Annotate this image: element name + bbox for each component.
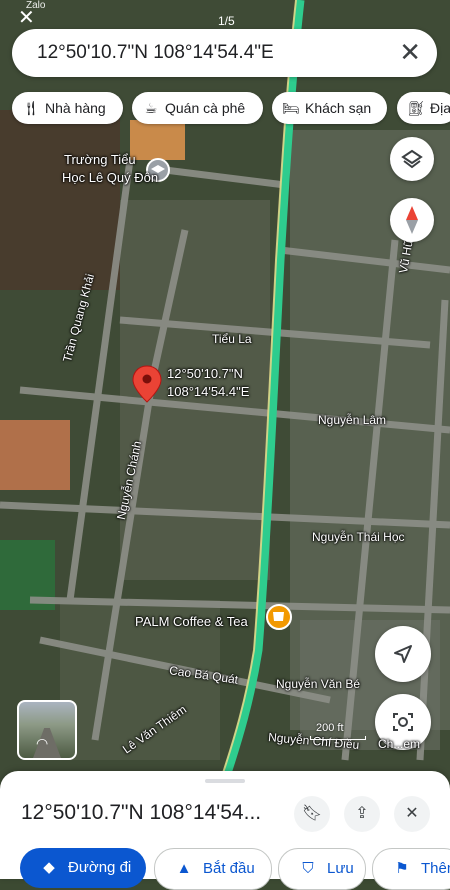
close-sheet-button[interactable]: ✕ <box>394 796 430 832</box>
gas-icon: ⛽︎ <box>407 100 425 116</box>
place-title: 12°50'10.7"N 108°14'54... <box>21 801 262 824</box>
viewer-close-icon[interactable]: ✕ <box>18 8 35 28</box>
layers-icon <box>401 149 423 169</box>
poi-school-name-line2[interactable]: Học Lê Quý Đôn <box>62 170 158 185</box>
action-label: Lưu <box>327 860 354 877</box>
camera-lens-icon <box>393 713 413 731</box>
page-indicator: 1/5 <box>218 14 235 28</box>
pin-coordinate-line2: 108°14'54.4"E <box>167 384 250 399</box>
chip-label: Khách sạn <box>305 100 372 116</box>
chip-hotels[interactable]: 🛏︎ Khách sạn <box>272 92 387 124</box>
street-label-nguyen-van-be: Nguyễn Văn Bé <box>276 677 361 691</box>
directions-button[interactable]: ◆ Đường đi <box>20 848 146 888</box>
street-label-nguyen-thai-hoc: Nguyễn Thái Học <box>312 530 405 544</box>
action-label: Bắt đầu <box>203 860 255 877</box>
directions-icon: ◆ <box>43 859 55 876</box>
navigation-icon: ▲ <box>176 860 192 877</box>
map-scale: 200 ft <box>310 722 366 740</box>
chip-restaurants[interactable]: 🍴︎ Nhà hàng <box>12 92 123 124</box>
save-bookmark-button[interactable]: 🔖︎ <box>294 796 330 832</box>
coffee-icon: ☕︎ <box>144 100 158 116</box>
save-button[interactable]: ⛉ Lưu <box>278 848 366 890</box>
my-location-button[interactable] <box>375 626 431 682</box>
bookmark-icon: ⛉ <box>302 860 314 877</box>
start-button[interactable]: ▲ Bắt đầu <box>154 848 272 890</box>
navigation-arrow-icon <box>394 645 412 663</box>
share-button[interactable]: ⇪ <box>344 796 380 832</box>
compass-icon <box>406 206 418 234</box>
add-label-button[interactable]: ⚑ Thêm <box>372 848 450 890</box>
flag-icon: ⚑ <box>395 860 409 877</box>
chip-label: Địa <box>430 100 450 116</box>
sheet-drag-handle[interactable] <box>205 779 245 783</box>
cafe-marker-icon <box>266 604 292 630</box>
clear-search-icon[interactable]: ✕ <box>399 39 421 65</box>
chip-label: Nhà hàng <box>45 100 106 116</box>
street-label-nguyen-lam: Nguyễn Lâm <box>318 413 387 427</box>
compass-button[interactable] <box>390 198 434 242</box>
bookmark-icon: 🔖︎ <box>301 805 323 822</box>
chip-gas[interactable]: ⛽︎ Địa <box>397 92 450 124</box>
poi-cafe-name[interactable]: PALM Coffee & Tea <box>135 614 248 629</box>
status-bar: Zalo ✕ 1/5 <box>0 0 450 28</box>
search-bar[interactable]: 12°50'10.7"N 108°14'54.4"E ✕ <box>12 29 437 77</box>
share-icon: ⇪ <box>355 805 369 822</box>
restaurant-icon: 🍴︎ <box>22 100 40 116</box>
layers-button[interactable] <box>390 137 434 181</box>
action-label: Thêm <box>421 860 450 877</box>
search-query[interactable]: 12°50'10.7"N 108°14'54.4"E <box>37 42 274 64</box>
chip-label: Quán cà phê <box>165 100 246 116</box>
pin-coordinate-line1: 12°50'10.7"N <box>167 366 243 381</box>
chip-coffee[interactable]: ☕︎ Quán cà phê <box>132 92 263 124</box>
street-label-tieu-la: Tiểu La <box>212 332 252 346</box>
poi-school-name-line1[interactable]: Trường Tiểu <box>64 152 136 167</box>
camera-label[interactable]: Ch...em <box>378 737 420 751</box>
close-icon: ✕ <box>405 805 419 822</box>
place-bottom-sheet[interactable]: 12°50'10.7"N 108°14'54... 🔖︎ ⇪ ✕ ◆ Đường … <box>0 771 450 890</box>
street-view-icon: ◠ <box>36 735 49 751</box>
street-view-thumbnail[interactable]: ◠ <box>17 700 77 760</box>
scale-label: 200 ft <box>316 722 344 734</box>
action-label: Đường đi <box>68 859 132 876</box>
hotel-icon: 🛏︎ <box>282 100 300 116</box>
